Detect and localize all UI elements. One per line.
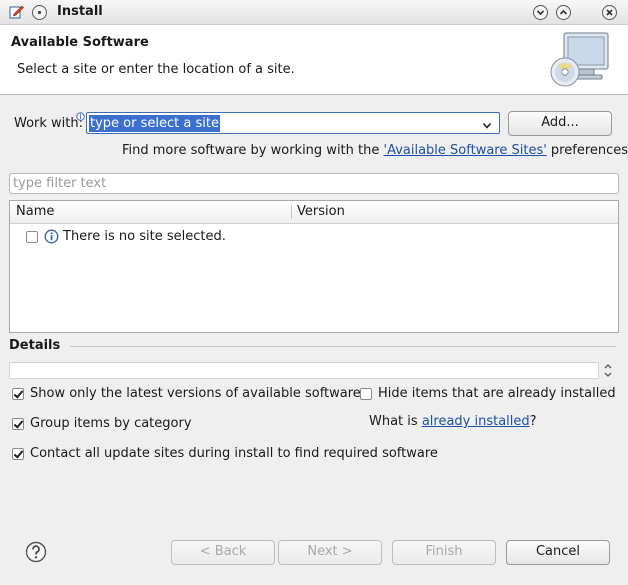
close-icon[interactable]	[602, 5, 617, 20]
next-button-label: Next >	[307, 544, 353, 559]
details-label: Details	[9, 338, 61, 353]
what-is-installed-text: What is already installed?	[369, 414, 537, 429]
work-with-input[interactable]: type or select a site	[89, 115, 220, 132]
details-separator	[70, 346, 616, 347]
column-header-name[interactable]: Name	[16, 204, 54, 219]
work-with-combo[interactable]: type or select a site	[86, 112, 500, 134]
contact-sites-checkbox[interactable]	[12, 448, 24, 460]
column-header-version[interactable]: Version	[297, 204, 345, 219]
hide-installed-label[interactable]: Hide items that are already installed	[378, 386, 616, 401]
page-title: Available Software	[11, 35, 149, 50]
show-latest-checkbox[interactable]	[12, 388, 24, 400]
table-row[interactable]: There is no site selected.	[10, 225, 618, 247]
row-text: There is no site selected.	[63, 229, 226, 244]
software-table[interactable]: Name Version There is no site selected.	[9, 200, 619, 333]
find-more-prefix: Find more software by working with the	[122, 143, 384, 158]
find-more-text: Find more software by working with the '…	[122, 143, 628, 158]
column-divider	[291, 205, 292, 219]
install-monitor-icon	[548, 30, 612, 90]
find-more-suffix: preferences.	[546, 143, 628, 158]
wizard-header: Available Software Select a site or ente…	[0, 25, 628, 95]
filter-input[interactable]: type filter text	[9, 173, 619, 194]
already-installed-link[interactable]: already installed	[422, 414, 530, 429]
info-decoration-icon	[76, 110, 85, 125]
next-button[interactable]: Next >	[278, 540, 382, 565]
maximize-icon[interactable]	[556, 5, 571, 20]
finish-button[interactable]: Finish	[392, 540, 496, 565]
info-icon	[44, 229, 59, 248]
work-with-label-text: Work with:	[14, 116, 84, 131]
dropdown-arrow-icon[interactable]	[482, 119, 492, 134]
cancel-button[interactable]: Cancel	[506, 540, 610, 565]
group-category-checkbox[interactable]	[12, 418, 24, 430]
cancel-button-label: Cancel	[535, 544, 581, 559]
details-scroll-icon[interactable]	[603, 362, 613, 383]
filter-placeholder: type filter text	[13, 176, 107, 191]
back-button-label: < Back	[199, 544, 247, 559]
what-is-prefix: What is	[369, 414, 422, 429]
back-button[interactable]: < Back	[171, 540, 275, 565]
window-title: Install	[57, 4, 103, 19]
window-menu-icon[interactable]	[32, 5, 47, 20]
title-bar: Install	[0, 0, 628, 25]
page-description: Select a site or enter the location of a…	[17, 62, 295, 77]
hide-installed-checkbox[interactable]	[360, 388, 372, 400]
row-checkbox[interactable]	[26, 231, 38, 243]
details-text-area[interactable]	[9, 362, 599, 379]
add-site-button-label: Add...	[541, 115, 579, 130]
add-site-button[interactable]: Add...	[508, 111, 612, 136]
app-icon	[9, 4, 24, 19]
available-software-sites-link[interactable]: 'Available Software Sites'	[384, 143, 547, 158]
finish-button-label: Finish	[425, 544, 463, 559]
show-latest-label[interactable]: Show only the latest versions of availab…	[30, 386, 361, 401]
work-with-label: Work with:	[14, 116, 83, 131]
help-icon[interactable]	[25, 541, 47, 567]
minimize-icon[interactable]	[533, 5, 548, 20]
table-header: Name Version	[10, 201, 618, 224]
group-category-label[interactable]: Group items by category	[30, 416, 192, 431]
what-is-suffix: ?	[529, 414, 537, 429]
contact-sites-label[interactable]: Contact all update sites during install …	[30, 446, 438, 461]
